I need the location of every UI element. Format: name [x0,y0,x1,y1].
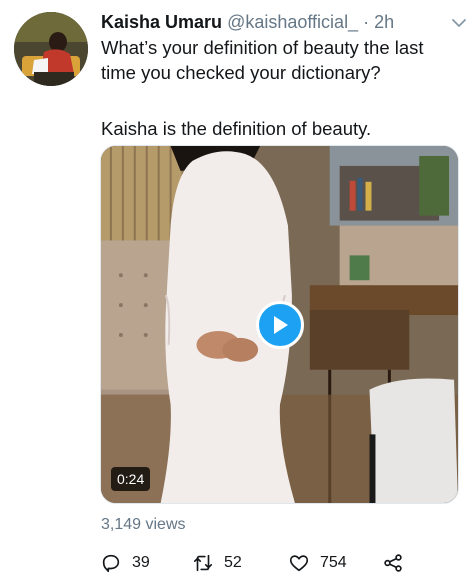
like-button[interactable]: 754 [288,552,347,574]
user-handle[interactable]: @kaishaofficial_ [227,12,358,32]
display-name[interactable]: Kaisha Umaru [101,12,222,32]
retweet-count: 52 [224,554,242,571]
reply-button[interactable]: 39 [100,552,150,574]
tweet-text-line: What’s your definition of beauty the las… [101,37,424,83]
tweet-text-line: Kaisha is the definition of beauty. [101,118,372,139]
action-bar: 39 52 754 [100,552,460,578]
like-count: 754 [320,554,347,571]
share-icon [384,554,402,572]
share-button[interactable] [382,552,404,574]
avatar[interactable] [14,12,88,86]
view-count: 3,149 views [101,516,186,533]
retweet-button[interactable]: 52 [192,552,242,574]
like-icon [289,555,309,572]
retweet-icon [193,554,213,572]
reply-icon [102,554,120,573]
tweet-header: Kaisha Umaru @kaishaofficial_ · 2h [101,11,464,33]
video-player[interactable]: 0:24 [100,145,459,504]
tweet-text: What’s your definition of beauty the las… [101,35,461,141]
play-icon [274,316,288,334]
play-button[interactable] [256,301,304,349]
separator-dot: · [363,12,370,32]
video-duration: 0:24 [111,467,151,491]
tweet-time[interactable]: 2h [374,12,394,32]
reply-count: 39 [132,554,150,571]
chevron-down-icon[interactable] [450,14,468,32]
